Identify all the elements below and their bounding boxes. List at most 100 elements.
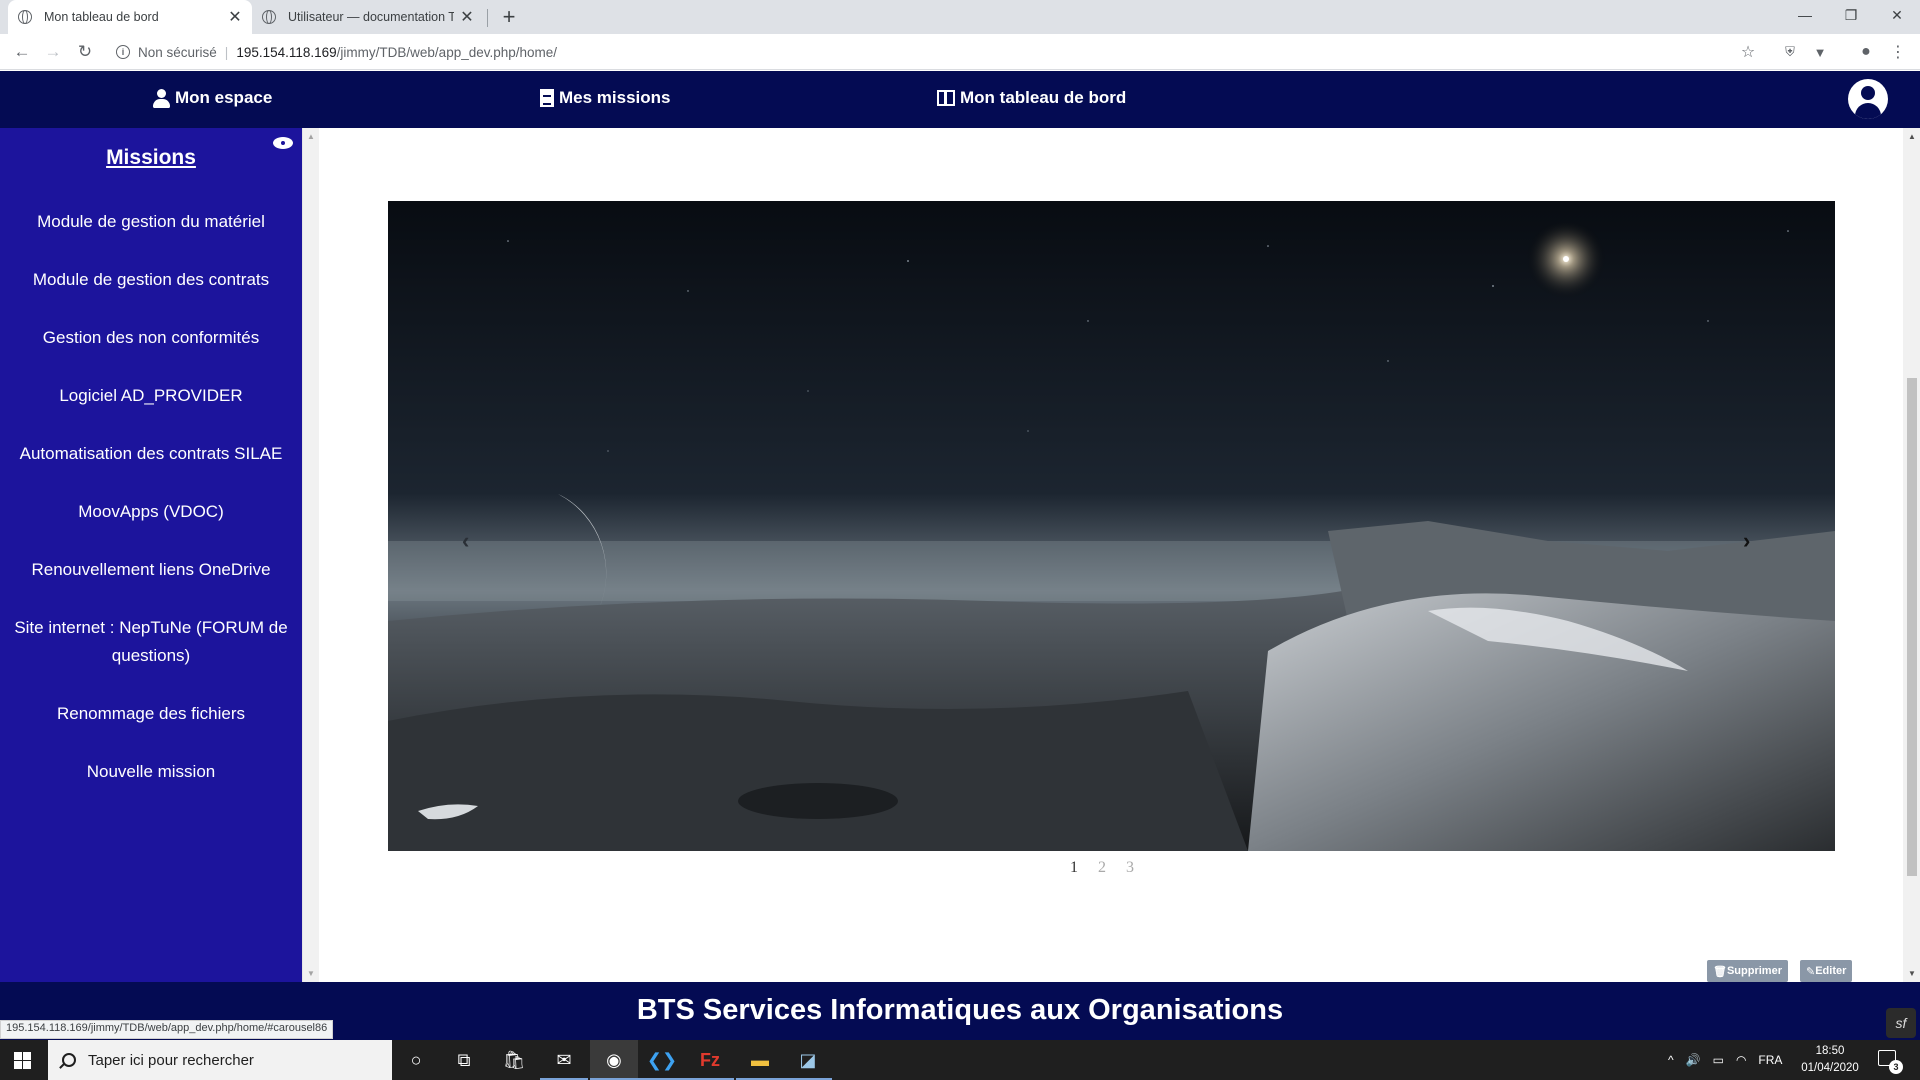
language-indicator[interactable]: FRA (1758, 1053, 1782, 1067)
mail-icon[interactable]: ✉ (540, 1040, 588, 1080)
carousel-slide-image (388, 201, 1835, 851)
nav-mon-tableau-de-bord[interactable]: Mon tableau de bord (937, 88, 1126, 108)
eye-icon[interactable] (272, 134, 296, 152)
nav-mes-missions[interactable]: Mes missions (540, 88, 671, 108)
notification-count: 3 (1889, 1060, 1903, 1074)
nav-label: Mon espace (175, 88, 273, 107)
omnibox-separator: | (224, 44, 229, 60)
missions-sidebar: Missions Module de gestion du matériel M… (0, 128, 302, 982)
browser-toolbar: ← → ↻ i Non sécurisé | 195.154.118.169/j… (0, 34, 1920, 70)
url-host: 195.154.118.169 (236, 44, 337, 60)
bookmark-star-icon[interactable]: ☆ (1738, 42, 1758, 62)
edit-label: Editer (1815, 965, 1847, 977)
restore-button[interactable]: ❐ (1828, 0, 1874, 30)
globe-icon (262, 10, 276, 24)
wifi-icon[interactable]: ◠ (1736, 1053, 1746, 1067)
volume-icon[interactable]: 🔊 (1686, 1053, 1701, 1067)
sidebar-item-neptune[interactable]: Site internet : NepTuNe (FORUM de questi… (8, 614, 294, 670)
info-icon[interactable]: i (116, 45, 130, 59)
scrollbar-thumb[interactable] (1907, 378, 1917, 876)
nav-label: Mon tableau de bord (960, 88, 1127, 107)
edit-icon: ✎ (1806, 965, 1816, 978)
profile-icon[interactable]: ● (1856, 42, 1876, 62)
sidebar-item-nouvelle-mission[interactable]: Nouvelle mission (4, 758, 298, 786)
symfony-toolbar-icon[interactable]: sf (1886, 1008, 1916, 1038)
close-tab-icon[interactable]: ✕ (460, 7, 474, 27)
trash-icon: 🗑 (1713, 965, 1727, 978)
tab-utilisateur-documentation[interactable]: Utilisateur — documentation Tab ✕ (252, 0, 484, 34)
sidebar-item-onedrive[interactable]: Renouvellement liens OneDrive (4, 556, 298, 584)
delete-button[interactable]: 🗑 Supprimer (1707, 960, 1788, 982)
delete-label: Supprimer (1726, 965, 1782, 977)
carousel-indicator[interactable]: 1 (1070, 859, 1078, 877)
edit-button[interactable]: ✎ Editer (1800, 960, 1853, 982)
planet-landscape-image (388, 201, 1835, 851)
filezilla-icon[interactable]: Fz (686, 1040, 734, 1080)
browser-tabstrip: Mon tableau de bord ✕ Utilisateur — docu… (0, 0, 1920, 34)
taskbar-search[interactable]: Taper ici pour rechercher (48, 1040, 392, 1080)
close-window-button[interactable]: ✕ (1874, 0, 1920, 30)
extension-filter-icon[interactable]: ▼ (1810, 42, 1830, 62)
windows-taskbar: Taper ici pour rechercher ○ ⧉ 🛍 ✉ ◉ ❮❯ F… (0, 1040, 1920, 1080)
scroll-up-arrow-icon[interactable]: ▲ (307, 132, 315, 141)
chevron-up-icon[interactable]: ^ (1668, 1053, 1674, 1067)
sidebar-item-gestion-materiel[interactable]: Module de gestion du matériel (4, 208, 298, 236)
sidebar-item-non-conformites[interactable]: Gestion des non conformités (4, 324, 298, 352)
sidebar-title[interactable]: Missions (0, 146, 302, 170)
address-bar[interactable]: i Non sécurisé | 195.154.118.169/jimmy/T… (108, 38, 1768, 66)
security-label: Non sécurisé (138, 44, 217, 60)
taskbar-clock[interactable]: 18:50 01/04/2020 (1790, 1043, 1870, 1077)
nav-label: Mes missions (559, 88, 671, 107)
sidebar-item-renommage[interactable]: Renommage des fichiers (4, 700, 298, 728)
carousel-indicator[interactable]: 3 (1126, 859, 1134, 877)
tray-icons: ^ 🔊 ▭ ◠ FRA (1668, 1040, 1782, 1080)
link-status-bar: 195.154.118.169/jimmy/TDB/web/app_dev.ph… (0, 1020, 334, 1039)
user-icon (152, 88, 170, 108)
tab-separator (487, 9, 488, 27)
sidebar-scrollbar[interactable]: ▲ ▼ (302, 128, 319, 982)
vscode-icon[interactable]: ❮❯ (638, 1040, 686, 1080)
user-circle-icon[interactable] (1848, 79, 1888, 119)
cortana-icon[interactable]: ○ (392, 1040, 440, 1080)
scroll-up-arrow-icon[interactable]: ▲ (1908, 132, 1916, 141)
taskbar-search-placeholder: Taper ici pour rechercher (88, 1051, 254, 1069)
columns-icon (937, 90, 955, 106)
globe-icon (18, 10, 32, 24)
task-view-icon[interactable]: ⧉ (440, 1040, 488, 1080)
forward-icon[interactable]: → (40, 40, 66, 64)
tab-mon-tableau-de-bord[interactable]: Mon tableau de bord ✕ (8, 0, 252, 34)
clock-date: 01/04/2020 (1801, 1062, 1859, 1074)
carousel-indicators: 1 2 3 (1070, 859, 1134, 877)
tab-title: Utilisateur — documentation Tab (288, 10, 454, 24)
notes-app-icon[interactable]: ◪ (784, 1040, 832, 1080)
sidebar-item-moovapps[interactable]: MoovApps (VDOC) (4, 498, 298, 526)
site-navbar: Mon espace Mes missions Mon tableau de b… (0, 71, 1920, 128)
nav-mon-espace[interactable]: Mon espace (152, 88, 272, 108)
menu-kebab-icon[interactable]: ⋮ (1888, 42, 1908, 62)
extension-shield-icon[interactable]: ⛨ (1780, 42, 1800, 62)
battery-icon[interactable]: ▭ (1713, 1053, 1724, 1067)
scroll-down-arrow-icon[interactable]: ▼ (307, 969, 315, 978)
tab-title: Mon tableau de bord (44, 10, 159, 24)
sidebar-item-ad-provider[interactable]: Logiciel AD_PROVIDER (4, 382, 298, 410)
store-icon[interactable]: 🛍 (490, 1040, 538, 1080)
search-icon (62, 1053, 76, 1067)
sidebar-item-gestion-contrats[interactable]: Module de gestion des contrats (4, 266, 298, 294)
file-explorer-icon[interactable]: ▬ (736, 1040, 784, 1080)
clock-time: 18:50 (1815, 1045, 1845, 1057)
carousel-prev-arrow-icon[interactable]: ‹ (462, 528, 469, 554)
url-path: /jimmy/TDB/web/app_dev.php/home/ (336, 44, 558, 60)
chrome-icon[interactable]: ◉ (590, 1040, 638, 1080)
close-tab-icon[interactable]: ✕ (228, 7, 242, 27)
file-icon (540, 89, 554, 107)
carousel-indicator[interactable]: 2 (1098, 859, 1106, 877)
windows-start-icon[interactable] (14, 1052, 31, 1069)
reload-icon[interactable]: ↻ (72, 40, 98, 64)
back-icon[interactable]: ← (9, 40, 35, 64)
carousel-next-arrow-icon[interactable]: › (1743, 528, 1750, 554)
new-tab-button[interactable]: + (498, 4, 520, 30)
scroll-down-arrow-icon[interactable]: ▼ (1908, 969, 1916, 978)
sidebar-item-contrats-silae[interactable]: Automatisation des contrats SILAE (4, 440, 298, 468)
page-scrollbar[interactable]: ▲ ▼ (1903, 128, 1920, 982)
minimize-button[interactable]: — (1782, 0, 1828, 30)
